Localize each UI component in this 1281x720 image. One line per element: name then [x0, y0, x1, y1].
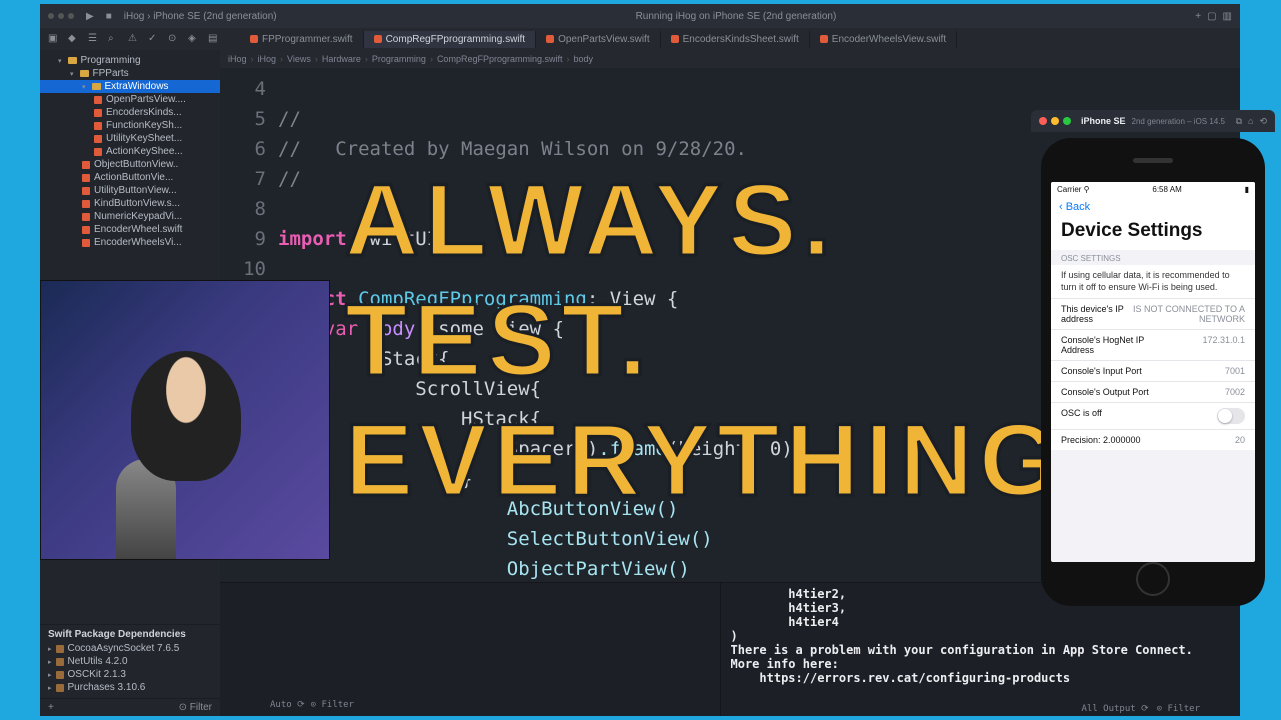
settings-row[interactable]: Console's HogNet IP Address172.31.0.1 — [1051, 329, 1255, 360]
plus-icon[interactable]: + — [1195, 11, 1201, 22]
stop-button[interactable]: ■ — [106, 11, 112, 22]
package-item[interactable]: NetUtils 4.2.0 — [48, 655, 212, 668]
tests-icon[interactable]: ✓ — [148, 33, 160, 45]
microphone — [116, 459, 176, 559]
package-item[interactable]: Purchases 3.10.6 — [48, 681, 212, 694]
swift-icon — [820, 35, 828, 43]
folder-programming[interactable]: Programming — [40, 54, 220, 67]
filter-field[interactable]: ⊙ Filter — [179, 702, 212, 713]
panel-icon[interactable]: ▥ — [1223, 11, 1232, 22]
file-item[interactable]: OpenPartsView.... — [40, 93, 220, 106]
tab-3[interactable]: EncodersKindsSheet.swift — [661, 31, 810, 48]
debug-icon[interactable]: ⊙ — [168, 33, 180, 45]
precision-row[interactable]: Precision: 2.00000020 — [1051, 429, 1255, 450]
scm-icon[interactable]: ◆ — [68, 33, 80, 45]
osc-toggle-row[interactable]: OSC is off — [1051, 402, 1255, 429]
file-item[interactable]: EncoderWheel.swift — [40, 223, 220, 236]
breakpoint-icon[interactable]: ◈ — [188, 33, 200, 45]
phone-screen[interactable]: Carrier ⚲6:58 AM▮ ‹ Back Device Settings… — [1051, 182, 1255, 562]
ios-status-bar: Carrier ⚲6:58 AM▮ — [1051, 182, 1255, 196]
swift-icon — [671, 35, 679, 43]
navigator-bottom-bar: + ⊙ Filter — [40, 698, 220, 716]
sim-device-name: iPhone SE — [1081, 116, 1126, 126]
file-item[interactable]: ActionKeyShee... — [40, 145, 220, 158]
activity-status: Running iHog on iPhone SE (2nd generatio… — [289, 11, 1184, 22]
rotate-icon[interactable]: ⟲ — [1259, 116, 1267, 127]
editor-tabs: FPProgrammer.swift CompRegFPprogramming.… — [240, 31, 1240, 48]
scheme-selector[interactable]: iHog › iPhone SE (2nd generation) — [124, 11, 277, 22]
screenshot-icon[interactable]: ⧉ — [1236, 116, 1242, 127]
section-header: OSC SETTINGS — [1051, 250, 1255, 265]
screen-title: Device Settings — [1051, 218, 1255, 250]
xcode-toolbar: ▶ ■ iHog › iPhone SE (2nd generation) Ru… — [40, 4, 1240, 28]
settings-row[interactable]: Console's Output Port7002 — [1051, 381, 1255, 402]
symbol-icon[interactable]: ☰ — [88, 33, 100, 45]
file-item[interactable]: ActionButtonVie... — [40, 171, 220, 184]
add-button[interactable]: + — [48, 702, 54, 713]
swift-icon — [374, 35, 382, 43]
console-filter[interactable]: ⊙ Filter — [1157, 704, 1200, 714]
file-item[interactable]: ObjectButtonView.. — [40, 158, 220, 171]
info-note: If using cellular data, it is recommende… — [1051, 265, 1255, 298]
output-selector[interactable]: All Output ⟳ — [1081, 704, 1148, 714]
report-icon[interactable]: ▤ — [208, 33, 220, 45]
package-item[interactable]: OSCKit 2.1.3 — [48, 668, 212, 681]
filter-input[interactable]: ⊙ Filter — [311, 700, 354, 710]
search-icon[interactable]: ⌕ — [108, 33, 120, 45]
file-item[interactable]: NumericKeypadVi... — [40, 210, 220, 223]
navigator-selector[interactable]: ▣ ◆ ☰ ⌕ ⚠ ✓ ⊙ ◈ ▤ — [40, 33, 240, 45]
run-button[interactable]: ▶ — [86, 11, 94, 22]
sim-titlebar[interactable]: iPhone SE 2nd generation – iOS 14.5 ⧉ ⌂ … — [1031, 110, 1275, 132]
phone-frame: Carrier ⚲6:58 AM▮ ‹ Back Device Settings… — [1041, 138, 1265, 606]
folder-fpparts[interactable]: FPParts — [40, 67, 220, 80]
tab-4[interactable]: EncoderWheelsView.swift — [810, 31, 957, 48]
file-item[interactable]: KindButtonView.s... — [40, 197, 220, 210]
file-item[interactable]: EncodersKinds... — [40, 106, 220, 119]
issues-icon[interactable]: ⚠ — [128, 33, 140, 45]
window-controls[interactable] — [1039, 117, 1071, 125]
toggle-switch[interactable] — [1217, 408, 1245, 424]
file-item[interactable]: UtilityButtonView... — [40, 184, 220, 197]
package-item[interactable]: CocoaAsyncSocket 7.6.5 — [48, 642, 212, 655]
webcam-overlay — [40, 280, 330, 560]
folder-extrawindows[interactable]: ExtraWindows — [40, 80, 220, 93]
sim-device-sub: 2nd generation – iOS 14.5 — [1132, 117, 1225, 126]
settings-row[interactable]: Console's Input Port7001 — [1051, 360, 1255, 381]
auto-label[interactable]: Auto ⟳ — [270, 700, 305, 710]
window-controls[interactable] — [48, 13, 74, 19]
tab-bar-row: ▣ ◆ ☰ ⌕ ⚠ ✓ ⊙ ◈ ▤ FPProgrammer.swift Com… — [40, 28, 1240, 50]
library-icon[interactable]: ▢ — [1207, 11, 1216, 22]
back-button[interactable]: ‹ Back — [1051, 196, 1255, 218]
folder-icon[interactable]: ▣ — [48, 33, 60, 45]
speaker — [1133, 158, 1173, 163]
tab-2[interactable]: OpenPartsView.swift — [536, 31, 661, 48]
settings-row[interactable]: This device's IP addressIS NOT CONNECTED… — [1051, 298, 1255, 329]
home-icon[interactable]: ⌂ — [1248, 116, 1253, 127]
swift-packages: Swift Package Dependencies CocoaAsyncSoc… — [40, 624, 220, 698]
variables-view[interactable]: Auto ⟳ ⊙ Filter — [220, 583, 721, 716]
swift-icon — [546, 35, 554, 43]
file-item[interactable]: FunctionKeySh... — [40, 119, 220, 132]
file-item[interactable]: EncoderWheelsVi... — [40, 236, 220, 249]
tab-1[interactable]: CompRegFPprogramming.swift — [364, 31, 537, 48]
swift-icon — [250, 35, 258, 43]
file-item[interactable]: UtilityKeySheet... — [40, 132, 220, 145]
home-button[interactable] — [1136, 562, 1170, 596]
tab-0[interactable]: FPProgrammer.swift — [240, 31, 364, 48]
ios-simulator[interactable]: iPhone SE 2nd generation – iOS 14.5 ⧉ ⌂ … — [1031, 110, 1275, 630]
deps-header: Swift Package Dependencies — [48, 629, 212, 640]
jump-bar[interactable]: iHog› iHog› Views› Hardware› Programming… — [220, 50, 1240, 68]
